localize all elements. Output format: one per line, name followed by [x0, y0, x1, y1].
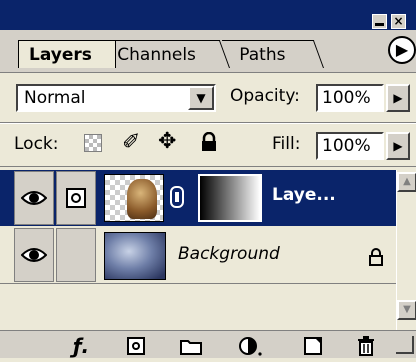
- layer-link-cell[interactable]: [56, 228, 96, 282]
- layer-thumbnail[interactable]: [104, 174, 164, 222]
- layer-name[interactable]: Laye...: [272, 185, 336, 205]
- tab-paths[interactable]: Paths: [221, 40, 324, 68]
- layers-scrollbar[interactable]: ▲ ▼: [396, 170, 416, 330]
- lock-transparency-icon[interactable]: [84, 134, 102, 152]
- chevron-right-icon: ▶: [393, 91, 403, 105]
- blend-mode-dropdown-button[interactable]: ▼: [188, 86, 214, 110]
- chevron-down-icon: ▼: [196, 91, 206, 105]
- layer-row[interactable]: Background: [0, 226, 396, 282]
- tab-divider: [0, 72, 416, 73]
- fill-value: 100%: [322, 136, 371, 156]
- scroll-down-button[interactable]: ▼: [397, 300, 416, 320]
- visibility-toggle[interactable]: [14, 228, 54, 282]
- layer-thumbnail[interactable]: [104, 232, 166, 280]
- lock-label: Lock:: [14, 134, 59, 154]
- new-group-icon[interactable]: [178, 334, 204, 358]
- lock-image-icon[interactable]: ✐: [122, 130, 140, 155]
- mask-edit-icon: [66, 188, 86, 208]
- lock-position-icon[interactable]: ✥: [158, 129, 176, 154]
- list-divider: [0, 283, 396, 284]
- trash-icon[interactable]: [354, 334, 378, 358]
- lock-icon: [368, 248, 384, 270]
- add-mask-icon[interactable]: [124, 334, 148, 358]
- blend-mode-value: Normal: [24, 88, 86, 108]
- resize-grip[interactable]: [396, 336, 414, 354]
- opacity-value: 100%: [322, 88, 371, 108]
- row-divider: [0, 166, 416, 167]
- opacity-slider-button[interactable]: ▶: [386, 84, 410, 112]
- blend-mode-select[interactable]: Normal: [16, 84, 216, 112]
- lock-all-icon[interactable]: [200, 131, 218, 156]
- panel-menu-arrow-icon[interactable]: ▶: [388, 36, 416, 64]
- minimize-button[interactable]: [372, 14, 387, 29]
- layer-link-cell[interactable]: [56, 171, 96, 225]
- fill-label: Fill:: [272, 134, 301, 154]
- tab-channels-label: Channels: [117, 45, 196, 65]
- layer-mask-thumbnail[interactable]: [198, 174, 262, 222]
- tab-paths-label: Paths: [239, 45, 286, 65]
- link-icon[interactable]: [170, 186, 184, 208]
- new-layer-icon[interactable]: [302, 334, 324, 358]
- fill-slider-button[interactable]: ▶: [386, 132, 410, 160]
- scroll-up-button[interactable]: ▲: [397, 172, 416, 192]
- fill-input[interactable]: 100%: [316, 132, 384, 160]
- tab-channels[interactable]: Channels: [101, 40, 230, 68]
- chevron-right-icon: ▶: [393, 139, 403, 153]
- visibility-toggle[interactable]: [14, 171, 54, 225]
- opacity-input[interactable]: 100%: [316, 84, 384, 112]
- tab-layers[interactable]: Layers: [18, 40, 116, 68]
- close-button[interactable]: ×: [391, 14, 406, 29]
- layer-row[interactable]: Laye...: [0, 170, 396, 226]
- eye-icon: [21, 191, 47, 205]
- adjustment-layer-icon[interactable]: [236, 334, 266, 358]
- row-divider-light: [0, 123, 416, 124]
- layer-style-icon[interactable]: ƒ.: [66, 334, 96, 358]
- eye-icon: [21, 248, 47, 262]
- tab-layers-label: Layers: [29, 45, 92, 65]
- layer-name[interactable]: Background: [178, 244, 280, 264]
- panel-title-bar: [0, 0, 416, 30]
- opacity-label: Opacity:: [230, 86, 300, 106]
